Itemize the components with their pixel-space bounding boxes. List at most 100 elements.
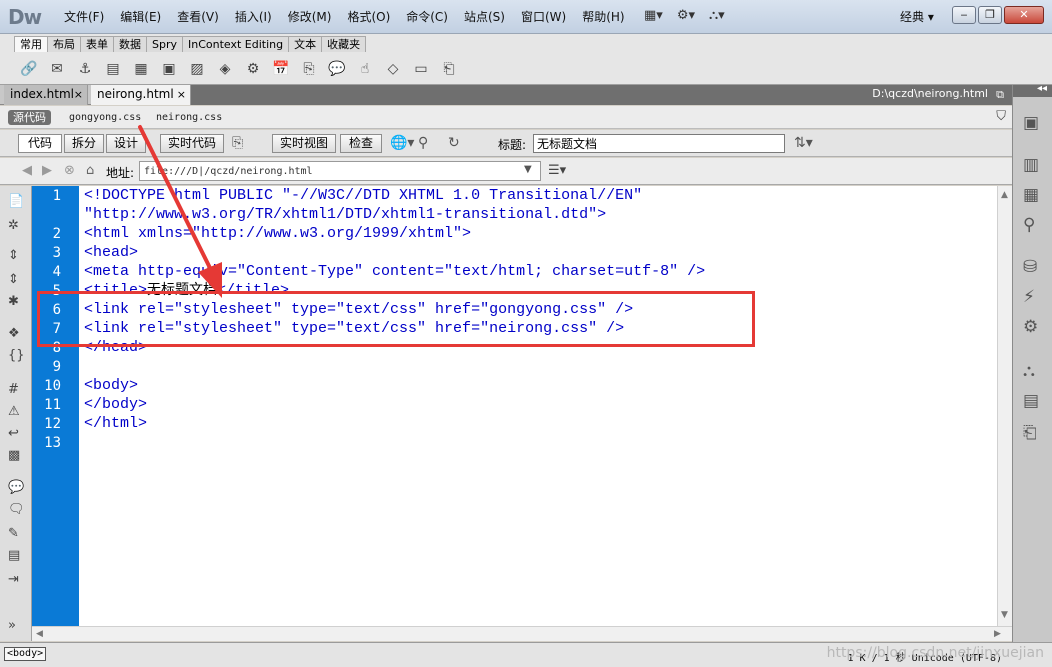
syntax-coloring-icon[interactable]: ▩ [8, 448, 20, 463]
document-title-input[interactable] [533, 134, 785, 153]
menu-window[interactable]: 窗口(W) [513, 0, 574, 34]
menu-modify[interactable]: 修改(M) [280, 0, 340, 34]
snippets-icon[interactable]: ⎗ [1023, 423, 1037, 443]
indent-icon[interactable]: ⇥ [8, 572, 19, 587]
menu-format[interactable]: 格式(O) [339, 0, 398, 34]
related-file-gongyong[interactable]: gongyong.css [69, 112, 141, 123]
inspect-button[interactable]: 检查 [340, 134, 382, 153]
tag-chooser-icon[interactable]: ⎗ [438, 58, 460, 80]
insert-tab-common[interactable]: 常用 [14, 36, 48, 52]
expand-all-icon[interactable]: ✱ [8, 294, 19, 309]
related-file-neirong[interactable]: neirong.css [156, 112, 222, 123]
insert-tab-data[interactable]: 数据 [113, 36, 147, 52]
horizontal-rule-icon[interactable]: ▤ [102, 58, 124, 80]
files-icon[interactable]: ⛬ [1023, 361, 1035, 381]
open-documents-icon[interactable]: 📄 [8, 194, 24, 209]
tab-index-html[interactable]: index.html × [4, 85, 88, 105]
recent-snippets-icon[interactable]: ▤ [8, 548, 20, 563]
layout-icon[interactable]: ▦▾ [644, 8, 663, 23]
balance-braces-icon[interactable]: {} [8, 348, 25, 363]
media-icon[interactable]: ◈ [214, 58, 236, 80]
image-icon[interactable]: ▨ [186, 58, 208, 80]
scroll-right-icon[interactable]: ▶ [994, 629, 1001, 639]
named-anchor-icon[interactable]: ⚓ [74, 58, 96, 80]
highlight-invalid-icon[interactable]: ⚠ [8, 404, 20, 419]
menu-insert[interactable]: 插入(I) [227, 0, 280, 34]
show-code-navigator-icon[interactable]: ✲ [8, 218, 19, 233]
refresh-icon[interactable]: ↻ [448, 135, 460, 151]
design-view-button[interactable]: 设计 [106, 134, 146, 153]
chevron-down-icon[interactable]: ▼ [524, 164, 532, 175]
insert-panel-icon[interactable]: ▣ [1023, 113, 1039, 133]
word-wrap-icon[interactable]: ↩ [8, 426, 19, 441]
tab-close-icon[interactable]: × [177, 85, 186, 104]
collapse-tag-icon[interactable]: ⇕ [8, 248, 19, 263]
code-editor[interactable]: <!DOCTYPE html PUBLIC "-//W3C//DTD XHTML… [79, 186, 997, 626]
minimize-button[interactable]: ‒ [952, 6, 976, 24]
close-button[interactable]: ✕ [1004, 6, 1044, 24]
source-code-button[interactable]: 源代码 [8, 110, 51, 125]
tag-inspector-icon[interactable]: ⚲ [1023, 215, 1035, 235]
inspect-mode-icon[interactable]: ⎘ [232, 135, 243, 151]
date-icon[interactable]: 📅 [270, 58, 292, 80]
insert-tab-layout[interactable]: 布局 [47, 36, 81, 52]
menu-site[interactable]: 站点(S) [456, 0, 513, 34]
tab-close-icon[interactable]: × [74, 85, 83, 104]
insert-tab-incontext[interactable]: InContext Editing [182, 36, 290, 52]
insert-tab-spry[interactable]: Spry [146, 36, 183, 52]
select-parent-tag-icon[interactable]: ❖ [8, 326, 20, 341]
menu-file[interactable]: 文件(F) [56, 0, 112, 34]
address-options-icon[interactable]: ☰▾ [548, 163, 566, 178]
line-numbers-icon[interactable]: # [8, 382, 19, 397]
head-icon[interactable]: ☝ [354, 58, 376, 80]
tab-neirong-html[interactable]: neirong.html × [91, 85, 191, 105]
code-view-button[interactable]: 代码 [18, 134, 62, 153]
visual-aids-icon[interactable]: ⚲ [418, 135, 428, 151]
back-icon[interactable]: ◀ [22, 163, 32, 178]
workspace-switcher[interactable]: 经典 ▾ [900, 8, 934, 25]
hyperlink-icon[interactable]: 🔗 [18, 58, 40, 80]
ap-elements-icon[interactable]: ▦ [1023, 185, 1039, 205]
expand-panels-icon[interactable]: ◂◂ [1037, 83, 1047, 94]
menu-view[interactable]: 查看(V) [169, 0, 227, 34]
expand-toolbar-icon[interactable]: » [8, 618, 16, 633]
browser-preview-icon[interactable]: 🌐▾ [390, 135, 414, 151]
extend-icon[interactable]: ⚙▾ [677, 8, 695, 23]
scroll-down-icon[interactable]: ▼ [1001, 610, 1008, 620]
scroll-up-icon[interactable]: ▲ [1001, 190, 1008, 200]
address-input[interactable] [139, 161, 541, 181]
menu-help[interactable]: 帮助(H) [574, 0, 632, 34]
insert-tab-forms[interactable]: 表单 [80, 36, 114, 52]
vertical-scrollbar[interactable]: ▲ ▼ [997, 186, 1012, 626]
home-icon[interactable]: ⌂ [86, 163, 94, 178]
menu-commands[interactable]: 命令(C) [398, 0, 456, 34]
apply-comment-icon[interactable]: 💬 [8, 480, 24, 495]
table-icon[interactable]: ▦ [130, 58, 152, 80]
site-icon[interactable]: ⛬▾ [709, 8, 725, 23]
forward-icon[interactable]: ▶ [42, 163, 52, 178]
live-view-button[interactable]: 实时视图 [272, 134, 336, 153]
server-include-icon[interactable]: ⎘ [298, 58, 320, 80]
tag-selector[interactable]: <body> [4, 647, 47, 661]
div-icon[interactable]: ▣ [158, 58, 180, 80]
email-link-icon[interactable]: ✉ [46, 58, 68, 80]
restore-window-icon[interactable]: ⧉ [996, 88, 1004, 102]
live-code-button[interactable]: 实时代码 [160, 134, 224, 153]
server-behaviors-icon[interactable]: ⚡ [1023, 287, 1035, 307]
databases-icon[interactable]: ⛁ [1023, 257, 1037, 277]
split-view-button[interactable]: 拆分 [64, 134, 104, 153]
maximize-button[interactable]: ❐ [978, 6, 1002, 24]
horizontal-scrollbar[interactable]: ◀ ▶ [32, 626, 1012, 641]
stop-icon[interactable]: ⊗ [64, 163, 75, 178]
script-icon[interactable]: ◇ [382, 58, 404, 80]
collapse-selection-icon[interactable]: ⇕ [8, 272, 19, 287]
filter-icon[interactable]: ⛉ [996, 109, 1006, 124]
widget-icon[interactable]: ⚙ [242, 58, 264, 80]
templates-icon[interactable]: ▭ [410, 58, 432, 80]
bindings-icon[interactable]: ⚙ [1023, 317, 1038, 337]
assets-icon[interactable]: ▤ [1023, 391, 1039, 411]
insert-tab-favorites[interactable]: 收藏夹 [321, 36, 367, 52]
remove-comment-icon[interactable]: 🗨 [8, 502, 25, 517]
menu-edit[interactable]: 编辑(E) [112, 0, 169, 34]
css-styles-icon[interactable]: ▥ [1023, 155, 1039, 175]
